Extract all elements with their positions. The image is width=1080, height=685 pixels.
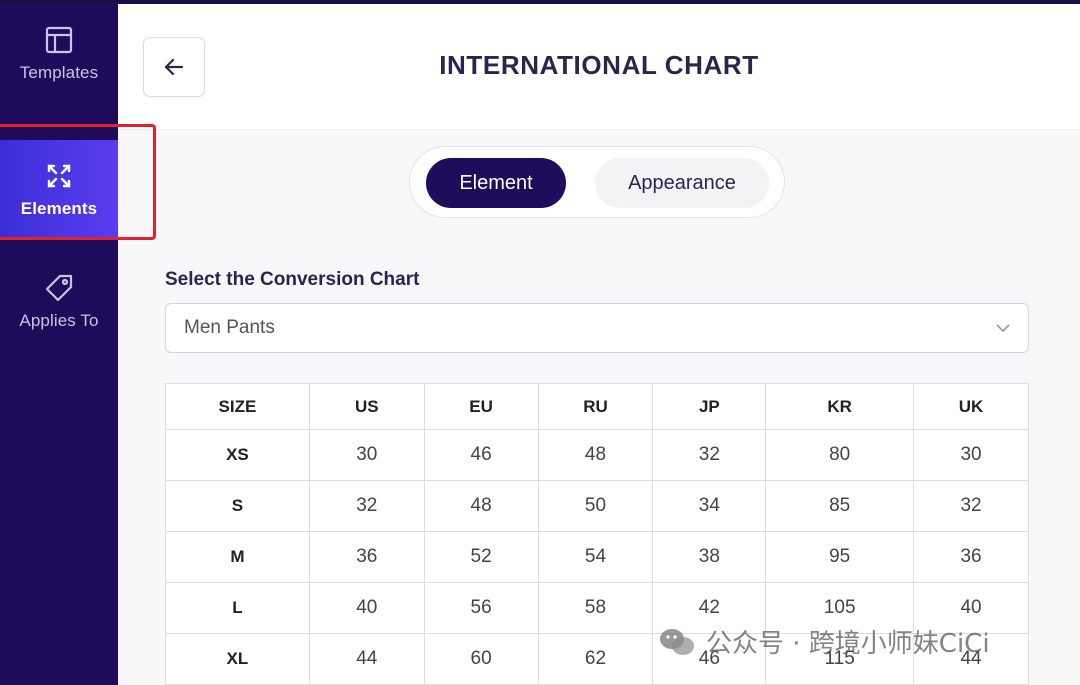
page-title: INTERNATIONAL CHART	[439, 50, 759, 80]
watermark-text: 公众号 · 跨境小师妹CiCi	[706, 629, 990, 659]
sidebar-item-applies-to[interactable]: Applies To	[0, 252, 118, 350]
watermark: 公众号 · 跨境小师妹CiCi	[658, 623, 990, 660]
size-cell: L	[165, 582, 310, 634]
table-row: XS 30 46 48 32 80 30	[165, 429, 1029, 481]
column-header: US	[308, 383, 425, 430]
table-cell: 44	[308, 633, 425, 685]
table-cell: 34	[652, 480, 767, 532]
conversion-chart-select[interactable]: Men Pants	[165, 303, 1029, 353]
sidebar: Templates Elements Applies To	[0, 4, 118, 685]
sidebar-item-elements[interactable]: Elements	[0, 140, 118, 238]
conversion-chart-label: Select the Conversion Chart	[165, 269, 420, 290]
table-cell: 32	[652, 429, 767, 481]
table-cell: 32	[913, 480, 1029, 532]
table-cell: 85	[765, 480, 915, 532]
table-row: M 36 52 54 38 95 36	[165, 531, 1029, 583]
table-cell: 56	[423, 582, 539, 634]
tab-appearance[interactable]: Appearance	[595, 158, 769, 208]
sidebar-item-label: Elements	[20, 199, 98, 218]
tab-switcher: Element Appearance	[409, 146, 785, 218]
sidebar-item-templates[interactable]: Templates	[0, 4, 118, 102]
table-row: S 32 48 50 34 85 32	[165, 480, 1029, 532]
table-cell: 52	[423, 531, 539, 583]
column-header: EU	[423, 383, 539, 430]
sidebar-item-label: Applies To	[19, 311, 99, 330]
sidebar-item-label: Templates	[19, 63, 99, 82]
expand-arrows-icon	[42, 159, 76, 193]
tag-icon	[42, 271, 76, 305]
size-cell: XS	[165, 429, 310, 481]
table-header-row: SIZE US EU RU JP KR UK	[165, 383, 1029, 430]
header: INTERNATIONAL CHART	[118, 4, 1080, 130]
table-cell: 54	[537, 531, 654, 583]
size-cell: S	[165, 480, 310, 532]
chat-bubbles-icon	[660, 628, 694, 655]
table-cell: 80	[765, 429, 915, 481]
column-header: KR	[765, 383, 915, 430]
table-cell: 32	[308, 480, 425, 532]
table-cell: 30	[913, 429, 1029, 481]
table-cell: 58	[537, 582, 654, 634]
layout-icon	[42, 23, 76, 57]
tab-element[interactable]: Element	[426, 158, 566, 208]
size-cell: M	[165, 531, 310, 583]
column-header: JP	[652, 383, 767, 430]
column-header: RU	[537, 383, 654, 430]
table-cell: 36	[913, 531, 1029, 583]
column-header: SIZE	[165, 383, 310, 430]
table-cell: 30	[308, 429, 425, 481]
chevron-down-icon	[996, 324, 1010, 333]
table-cell: 60	[423, 633, 539, 685]
main-content: Element Appearance Select the Conversion…	[118, 130, 1080, 685]
table-cell: 48	[423, 480, 539, 532]
column-header: UK	[913, 383, 1029, 430]
table-cell: 40	[308, 582, 425, 634]
table-cell: 95	[765, 531, 915, 583]
size-cell: XL	[165, 633, 310, 685]
table-cell: 50	[537, 480, 654, 532]
selected-value: Men Pants	[184, 317, 275, 338]
table-cell: 46	[423, 429, 539, 481]
table-cell: 38	[652, 531, 767, 583]
table-cell: 36	[308, 531, 425, 583]
table-cell: 62	[537, 633, 654, 685]
table-cell: 48	[537, 429, 654, 481]
